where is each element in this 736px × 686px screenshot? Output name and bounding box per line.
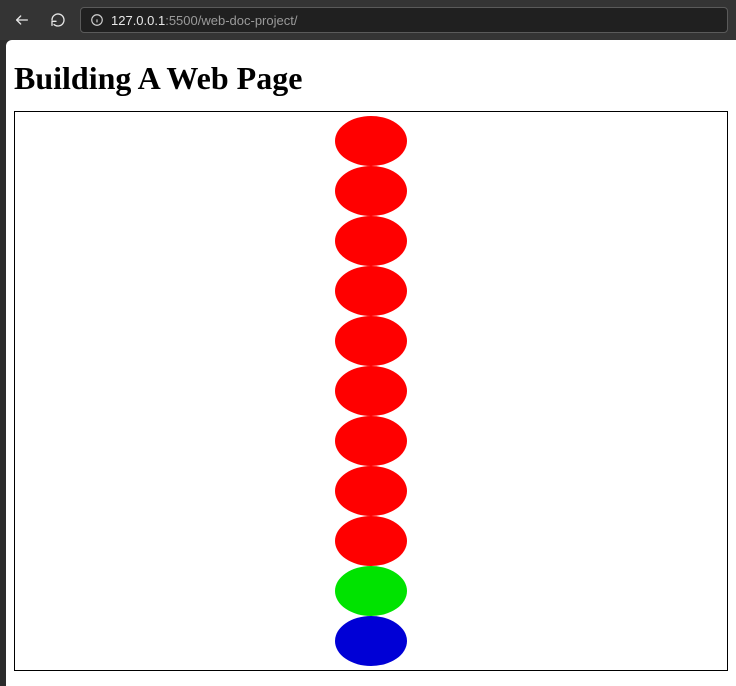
oval-3 xyxy=(335,216,407,266)
oval-10 xyxy=(335,566,407,616)
reload-icon xyxy=(50,12,66,28)
url-rest: :5500/web-doc-project/ xyxy=(165,13,297,28)
bordered-box xyxy=(14,111,728,671)
oval-1 xyxy=(335,116,407,166)
browser-toolbar: 127.0.0.1:5500/web-doc-project/ xyxy=(0,0,736,40)
address-bar[interactable]: 127.0.0.1:5500/web-doc-project/ xyxy=(80,7,728,33)
reload-button[interactable] xyxy=(44,6,72,34)
oval-8 xyxy=(335,466,407,516)
page-content: Building A Web Page xyxy=(6,40,736,683)
oval-2 xyxy=(335,166,407,216)
page-title: Building A Web Page xyxy=(14,60,728,97)
oval-5 xyxy=(335,316,407,366)
url-host: 127.0.0.1 xyxy=(111,13,165,28)
oval-4 xyxy=(335,266,407,316)
url-text: 127.0.0.1:5500/web-doc-project/ xyxy=(111,13,297,28)
site-info-icon[interactable] xyxy=(89,12,105,28)
browser-viewport: Building A Web Page xyxy=(6,40,736,686)
oval-6 xyxy=(335,366,407,416)
oval-9 xyxy=(335,516,407,566)
oval-11 xyxy=(335,616,407,666)
back-button[interactable] xyxy=(8,6,36,34)
arrow-left-icon xyxy=(14,12,30,28)
oval-7 xyxy=(335,416,407,466)
